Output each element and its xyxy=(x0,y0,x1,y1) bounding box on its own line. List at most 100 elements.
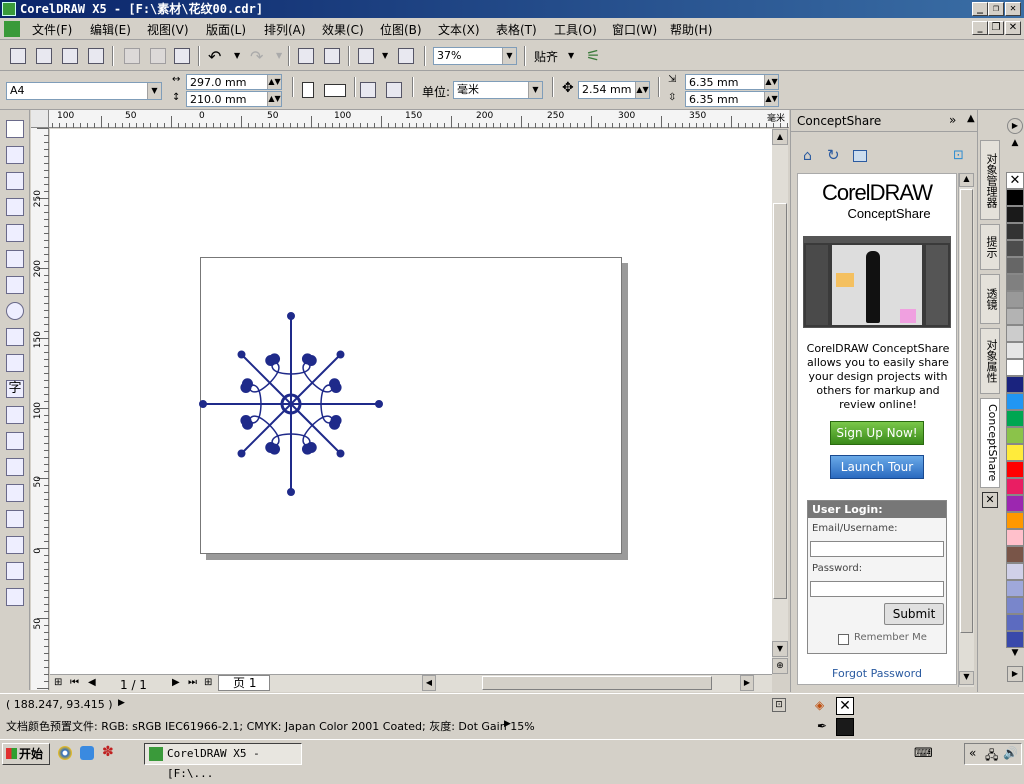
table-tool-icon[interactable] xyxy=(6,406,24,424)
save-icon[interactable] xyxy=(62,48,78,64)
landscape-icon[interactable] xyxy=(324,84,346,97)
docker-scroll-thumb[interactable] xyxy=(960,189,973,633)
duplicate-y-field[interactable]: 6.35 mm ▲▼ xyxy=(685,91,779,107)
ellipse-tool-icon[interactable] xyxy=(6,302,24,320)
taskbar-coreldraw-button[interactable]: CorelDRAW X5 - [F:\... xyxy=(144,743,302,780)
document-icon[interactable] xyxy=(4,21,20,37)
color-swatch[interactable] xyxy=(1006,325,1024,342)
color-swatch[interactable] xyxy=(1006,631,1024,648)
fill-none-swatch[interactable]: ✕ xyxy=(836,697,854,715)
width-spin-icon[interactable]: ▲▼ xyxy=(267,75,281,89)
app-quicklaunch-icon[interactable]: ✽ xyxy=(102,744,114,760)
document-page[interactable] xyxy=(199,257,622,554)
tray-expand-icon[interactable]: « xyxy=(969,746,976,760)
vertical-scroll-thumb[interactable] xyxy=(773,203,787,599)
vertical-scrollbar[interactable]: ▲ ▼ ⊕ xyxy=(772,129,788,674)
undo-icon[interactable]: ↶ xyxy=(208,47,221,66)
color-swatch[interactable] xyxy=(1006,529,1024,546)
color-swatch[interactable] xyxy=(1006,597,1024,614)
shape-tool-icon[interactable] xyxy=(6,146,24,164)
crop-tool-icon[interactable] xyxy=(6,172,24,190)
tab-hints[interactable]: 提示 xyxy=(980,224,1000,270)
basic-shapes-tool-icon[interactable] xyxy=(6,354,24,372)
color-swatch[interactable] xyxy=(1006,393,1024,410)
menu-layout[interactable]: 版面(L) xyxy=(206,21,246,38)
print-icon[interactable] xyxy=(88,48,104,64)
nudge-field[interactable]: 2.54 mm ▲▼ xyxy=(578,81,650,99)
page-height-field[interactable]: 210.0 mm ▲▼ xyxy=(186,91,282,107)
prev-page-icon[interactable]: ◀ xyxy=(88,677,96,688)
collapse-icon[interactable]: ▲ xyxy=(967,113,975,124)
units-combo[interactable]: 毫米 ▼ xyxy=(453,81,543,99)
floral-ornament[interactable] xyxy=(199,310,399,510)
zoom-tool-icon[interactable] xyxy=(6,198,24,216)
palette-down-icon[interactable]: ▼ xyxy=(1007,648,1023,662)
menu-text[interactable]: 文本(X) xyxy=(438,21,480,38)
tab-conceptshare[interactable]: ConceptShare xyxy=(980,398,1000,488)
freehand-tool-icon[interactable] xyxy=(6,224,24,242)
color-swatch[interactable] xyxy=(1006,563,1024,580)
vertical-ruler[interactable]: 250 200 150 100 50 0 50 xyxy=(31,128,49,690)
scroll-up-icon[interactable]: ▲ xyxy=(772,129,788,145)
expand-icon[interactable]: » xyxy=(949,113,956,127)
submit-button[interactable]: Submit xyxy=(884,603,944,625)
forgot-password-link[interactable]: Forgot Password xyxy=(798,667,956,680)
remember-me-checkbox[interactable] xyxy=(838,634,849,645)
all-pages-icon[interactable] xyxy=(360,82,376,98)
color-swatch[interactable] xyxy=(1006,478,1024,495)
zoom-dropdown-icon[interactable]: ▼ xyxy=(502,48,516,64)
snap-dropdown-icon[interactable]: ▼ xyxy=(568,51,574,60)
eyedropper-tool-icon[interactable] xyxy=(6,510,24,528)
palette-expand-icon[interactable]: ▶ xyxy=(1007,666,1023,682)
coords-expand-icon[interactable]: ▶ xyxy=(118,698,125,708)
add-page-before-icon[interactable]: ⊞ xyxy=(54,677,62,688)
paper-type-combo[interactable]: A4 ▼ xyxy=(6,82,162,100)
color-swatch[interactable] xyxy=(1006,257,1024,274)
minimize-button[interactable]: _ xyxy=(972,2,988,16)
first-page-icon[interactable]: ⏮ xyxy=(70,677,79,688)
color-swatch[interactable] xyxy=(1006,342,1024,359)
tab-object-manager[interactable]: 对象管理器 xyxy=(980,140,1000,220)
connector-tool-icon[interactable] xyxy=(6,458,24,476)
launcher-dropdown-icon[interactable]: ▼ xyxy=(382,51,388,60)
export-icon[interactable] xyxy=(324,48,340,64)
paper-dropdown-icon[interactable]: ▼ xyxy=(147,83,161,99)
refresh-icon[interactable]: ↻ xyxy=(827,146,840,164)
zoom-combo[interactable]: 37% ▼ xyxy=(433,47,517,65)
snap-to-button[interactable]: 贴齐 xyxy=(534,48,558,65)
portrait-icon[interactable] xyxy=(302,82,314,98)
rectangle-tool-icon[interactable] xyxy=(6,276,24,294)
blend-tool-icon[interactable] xyxy=(6,484,24,502)
start-button[interactable]: 开始 xyxy=(2,743,50,765)
add-page-after-icon[interactable]: ⊞ xyxy=(204,677,212,688)
page-width-field[interactable]: 297.0 mm ▲▼ xyxy=(186,74,282,90)
units-dropdown-icon[interactable]: ▼ xyxy=(528,82,542,98)
text-tool-icon[interactable]: 字 xyxy=(6,380,24,398)
redo-dropdown-icon[interactable]: ▼ xyxy=(276,51,282,60)
no-color-swatch[interactable]: ✕ xyxy=(1006,172,1024,189)
outline-color-swatch[interactable] xyxy=(836,718,854,736)
tab-lens[interactable]: 透镜 xyxy=(980,274,1000,324)
home-icon[interactable]: ⌂ xyxy=(803,148,812,164)
doc-restore-button[interactable]: ❐ xyxy=(988,21,1004,35)
scroll-left-icon[interactable]: ◀ xyxy=(422,675,436,691)
menu-table[interactable]: 表格(T) xyxy=(496,21,537,38)
docker-scrollbar[interactable]: ▲ ▼ xyxy=(958,173,974,687)
scroll-down-icon[interactable]: ▼ xyxy=(772,641,788,657)
color-swatch[interactable] xyxy=(1006,410,1024,427)
menu-view[interactable]: 视图(V) xyxy=(147,21,189,38)
coreldraw-app-icon[interactable] xyxy=(2,2,16,16)
dimension-tool-icon[interactable] xyxy=(6,432,24,450)
tab-close-icon[interactable]: ✕ xyxy=(982,492,998,508)
tab-page-1[interactable]: 页 1 xyxy=(218,675,270,691)
menu-effects[interactable]: 效果(C) xyxy=(322,21,364,38)
horizontal-ruler[interactable]: 100 50 0 50 100 150 200 250 300 350 毫米 xyxy=(31,110,789,128)
volume-icon[interactable]: 🔊 xyxy=(1003,746,1018,760)
menu-window[interactable]: 窗口(W) xyxy=(612,21,657,38)
dup-y-spin-icon[interactable]: ▲▼ xyxy=(764,92,778,106)
tab-object-properties[interactable]: 对象属性 xyxy=(980,328,1000,394)
color-swatch[interactable] xyxy=(1006,359,1024,376)
last-page-icon[interactable]: ⏭ xyxy=(188,677,197,688)
interactive-fill-tool-icon[interactable] xyxy=(6,588,24,606)
view-toggle-icon[interactable]: ⊡ xyxy=(772,698,786,712)
